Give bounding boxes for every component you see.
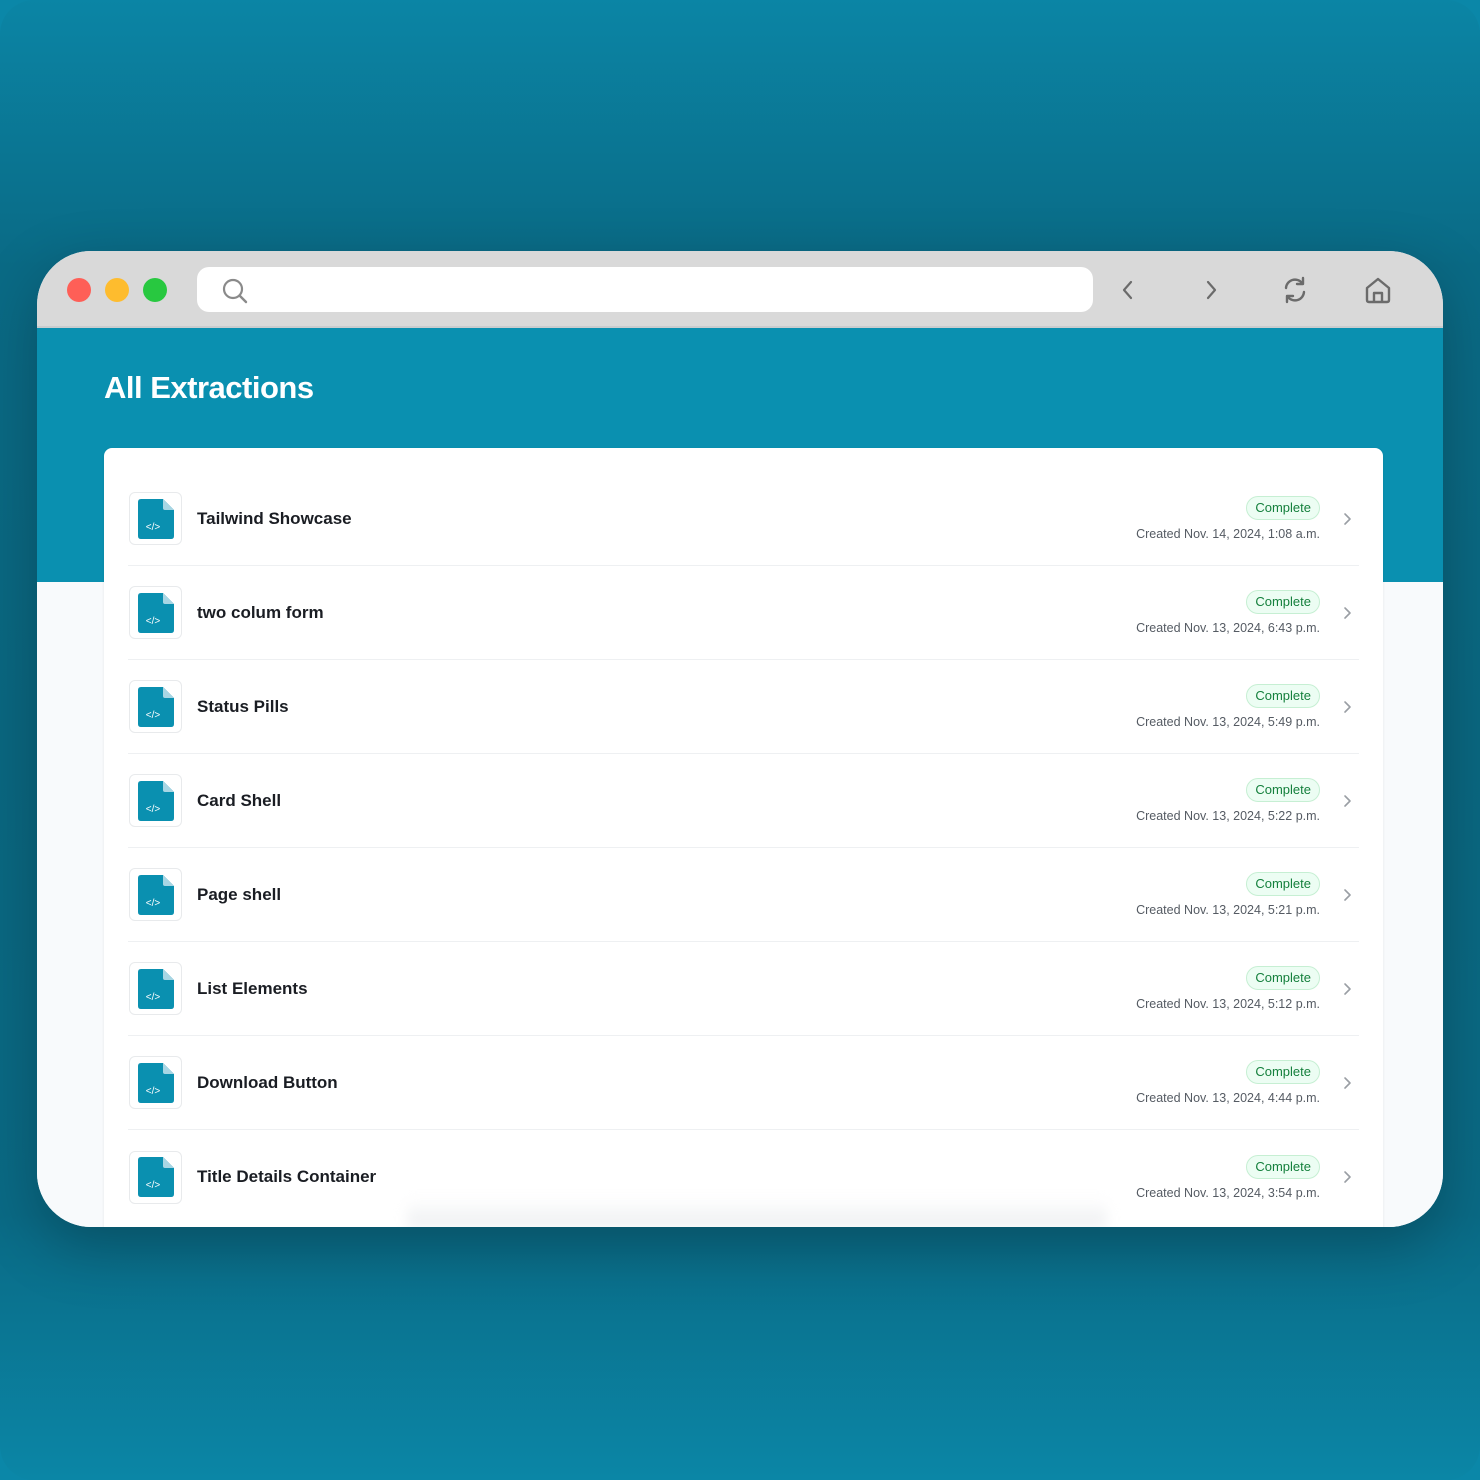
status-badge: Complete bbox=[1246, 1060, 1320, 1084]
reload-button[interactable] bbox=[1278, 273, 1312, 307]
extraction-meta: Complete Created Nov. 14, 2024, 1:08 a.m… bbox=[1136, 472, 1320, 565]
svg-text:</>: </> bbox=[145, 1086, 160, 1097]
created-timestamp: Created Nov. 13, 2024, 5:21 p.m. bbox=[1136, 903, 1320, 917]
code-file-icon: </> bbox=[137, 780, 174, 821]
svg-text:</>: </> bbox=[145, 804, 160, 815]
status-badge: Complete bbox=[1246, 778, 1320, 802]
extraction-title: Tailwind Showcase bbox=[197, 508, 352, 528]
code-file-icon: </> bbox=[137, 874, 174, 915]
home-button[interactable] bbox=[1361, 273, 1395, 307]
svg-text:</>: </> bbox=[145, 1180, 160, 1191]
back-button[interactable] bbox=[1111, 273, 1145, 307]
extraction-row[interactable]: </> Tailwind Showcase Complete Created N… bbox=[128, 472, 1359, 566]
code-file-icon: </> bbox=[137, 1062, 174, 1103]
extractions-list: </> Tailwind Showcase Complete Created N… bbox=[104, 448, 1383, 1227]
code-file-icon: </> bbox=[137, 1157, 174, 1197]
extraction-row[interactable]: </> Page shell Complete Created Nov. 13,… bbox=[128, 848, 1359, 942]
status-badge: Complete bbox=[1246, 872, 1320, 896]
chevron-left-icon bbox=[1122, 280, 1133, 300]
file-tile: </> bbox=[129, 1056, 182, 1109]
created-timestamp: Created Nov. 13, 2024, 5:49 p.m. bbox=[1136, 715, 1320, 729]
chevron-right-icon bbox=[1344, 1077, 1351, 1089]
extraction-meta: Complete Created Nov. 13, 2024, 5:21 p.m… bbox=[1136, 848, 1320, 941]
code-file-icon: </> bbox=[137, 686, 174, 727]
created-timestamp: Created Nov. 13, 2024, 3:54 p.m. bbox=[1136, 1185, 1320, 1200]
extraction-row[interactable]: </> Title Details Container Complete Cre… bbox=[128, 1130, 1359, 1224]
page-content: All Extractions </> Tailwind Showcase Co… bbox=[37, 328, 1443, 1227]
created-timestamp: Created Nov. 13, 2024, 6:43 p.m. bbox=[1136, 621, 1320, 635]
status-badge: Complete bbox=[1246, 1154, 1320, 1179]
page-title: All Extractions bbox=[104, 370, 314, 405]
file-tile: </> bbox=[129, 1150, 182, 1204]
code-file-icon: </> bbox=[137, 968, 174, 1009]
extraction-meta: Complete Created Nov. 13, 2024, 6:43 p.m… bbox=[1136, 566, 1320, 659]
created-timestamp: Created Nov. 13, 2024, 4:44 p.m. bbox=[1136, 1091, 1320, 1105]
chevron-right-icon bbox=[1344, 607, 1351, 619]
file-tile: </> bbox=[129, 868, 182, 921]
extraction-row[interactable]: </> two colum form Complete Created Nov.… bbox=[128, 566, 1359, 660]
chevron-right-icon bbox=[1344, 983, 1351, 995]
maximize-window-button[interactable] bbox=[143, 278, 167, 302]
status-badge: Complete bbox=[1246, 966, 1320, 990]
file-tile: </> bbox=[129, 680, 182, 733]
created-timestamp: Created Nov. 13, 2024, 5:22 p.m. bbox=[1136, 809, 1320, 823]
extraction-meta: Complete Created Nov. 13, 2024, 5:49 p.m… bbox=[1136, 660, 1320, 753]
url-input[interactable] bbox=[261, 267, 1081, 312]
file-tile: </> bbox=[129, 962, 182, 1015]
extraction-title: Page shell bbox=[197, 884, 282, 904]
created-timestamp: Created Nov. 14, 2024, 1:08 a.m. bbox=[1136, 527, 1320, 541]
status-badge: Complete bbox=[1246, 684, 1320, 708]
extraction-title: List Elements bbox=[197, 978, 308, 998]
extraction-meta: Complete Created Nov. 13, 2024, 5:12 p.m… bbox=[1136, 942, 1320, 1035]
close-window-button[interactable] bbox=[67, 278, 91, 302]
chevron-right-icon bbox=[1344, 795, 1351, 807]
svg-text:</>: </> bbox=[145, 898, 160, 909]
chevron-right-icon bbox=[1344, 513, 1351, 525]
extraction-title: two colum form bbox=[197, 602, 324, 622]
home-icon bbox=[1365, 277, 1391, 304]
extraction-title: Status Pills bbox=[197, 696, 289, 716]
extraction-row[interactable]: </> List Elements Complete Created Nov. … bbox=[128, 942, 1359, 1036]
extraction-meta: Complete Created Nov. 13, 2024, 5:22 p.m… bbox=[1136, 754, 1320, 847]
extraction-meta: Complete Created Nov. 13, 2024, 3:54 p.m… bbox=[1136, 1130, 1320, 1224]
chevron-right-icon bbox=[1344, 1171, 1351, 1183]
forward-button[interactable] bbox=[1194, 273, 1228, 307]
extraction-row[interactable]: </> Download Button Complete Created Nov… bbox=[128, 1036, 1359, 1130]
code-file-icon: </> bbox=[137, 498, 174, 539]
extraction-row[interactable]: </> Status Pills Complete Created Nov. 1… bbox=[128, 660, 1359, 754]
svg-text:</>: </> bbox=[145, 710, 160, 721]
browser-toolbar bbox=[37, 251, 1443, 328]
status-badge: Complete bbox=[1246, 496, 1320, 520]
file-tile: </> bbox=[129, 586, 182, 639]
created-timestamp: Created Nov. 13, 2024, 5:12 p.m. bbox=[1136, 997, 1320, 1011]
search-icon bbox=[222, 278, 248, 304]
address-bar[interactable] bbox=[197, 267, 1093, 312]
svg-text:</>: </> bbox=[145, 992, 160, 1003]
reload-icon bbox=[1284, 276, 1306, 304]
extraction-row[interactable]: </> Card Shell Complete Created Nov. 13,… bbox=[128, 754, 1359, 848]
svg-text:</>: </> bbox=[145, 616, 160, 627]
extraction-title: Download Button bbox=[197, 1072, 338, 1092]
browser-window: All Extractions </> Tailwind Showcase Co… bbox=[37, 251, 1443, 1227]
file-tile: </> bbox=[129, 774, 182, 827]
extraction-title: Title Details Container bbox=[197, 1167, 377, 1186]
chevron-right-icon bbox=[1344, 889, 1351, 901]
extraction-meta: Complete Created Nov. 13, 2024, 4:44 p.m… bbox=[1136, 1036, 1320, 1129]
code-file-icon: </> bbox=[137, 592, 174, 633]
chevron-right-icon bbox=[1344, 701, 1351, 713]
file-tile: </> bbox=[129, 492, 182, 545]
extraction-title: Card Shell bbox=[197, 790, 282, 810]
chevron-right-icon bbox=[1206, 280, 1217, 300]
svg-text:</>: </> bbox=[145, 522, 160, 533]
minimize-window-button[interactable] bbox=[105, 278, 129, 302]
status-badge: Complete bbox=[1246, 590, 1320, 614]
